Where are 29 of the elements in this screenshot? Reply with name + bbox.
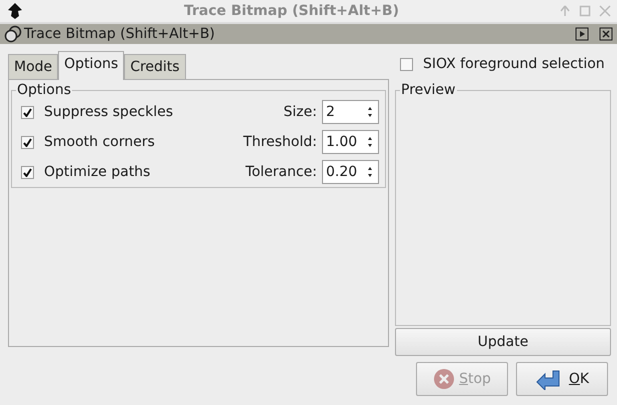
ok-button[interactable]: OK [516, 362, 608, 396]
checkbox[interactable] [21, 136, 34, 148]
spin-field[interactable]: 2 [322, 100, 379, 124]
stop-icon [433, 368, 456, 390]
checkbox-label: SIOX foreground selection [423, 54, 605, 74]
spinner-arrows-icon[interactable] [366, 105, 374, 119]
window-title: Trace Bitmap (Shift+Alt+B) [182, 2, 400, 20]
field-label: Size: [284, 102, 317, 122]
update-button[interactable]: Update [395, 328, 611, 356]
checkbox[interactable] [21, 166, 34, 178]
tab[interactable]: Credits [124, 54, 186, 79]
tab[interactable]: Options [58, 51, 124, 80]
spinner-arrows-icon[interactable] [366, 135, 374, 149]
spinner-arrows-icon[interactable] [366, 165, 374, 179]
spin-field[interactable]: 1.00 [322, 130, 379, 154]
panel-title: Trace Bitmap (Shift+Alt+B) [24, 24, 216, 44]
checkbox-label: Optimize paths [44, 162, 152, 182]
tab[interactable]: Mode [8, 54, 58, 79]
checkbox-label: Smooth corners [44, 132, 156, 152]
frame-title: Options [16, 81, 72, 99]
app-logo-icon [6, 2, 24, 20]
spin-field[interactable]: 0.20 [322, 160, 379, 184]
checkbox-label: Suppress speckles [44, 102, 174, 122]
field-label: Threshold: [243, 132, 317, 152]
close-icon[interactable] [599, 27, 613, 41]
field-label: Tolerance: [246, 162, 317, 182]
checkbox[interactable] [400, 58, 413, 70]
checkbox[interactable] [21, 106, 34, 118]
play-icon[interactable] [575, 27, 589, 41]
